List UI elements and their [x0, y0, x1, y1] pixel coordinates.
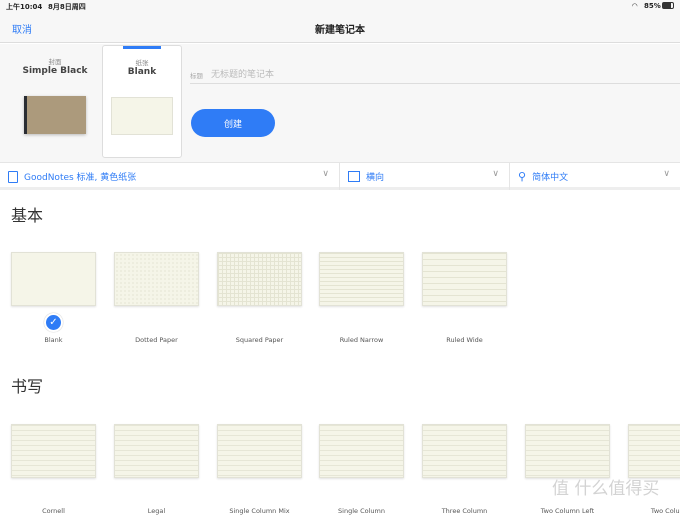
template-label: Ruled Wide	[446, 336, 483, 344]
template-label: Single Column Mix	[229, 507, 290, 515]
template-label: Cornell	[42, 507, 65, 515]
nav-bar: 取消 新建笔记本	[0, 12, 680, 43]
page-title: 新建笔记本	[315, 25, 365, 36]
create-button[interactable]: 创建	[191, 109, 275, 137]
template-thumbnail[interactable]	[11, 424, 96, 478]
title-label: 标题	[190, 72, 203, 80]
orientation-icon	[348, 171, 360, 182]
template-thumbnail[interactable]	[319, 252, 404, 306]
template-thumbnail[interactable]	[114, 424, 199, 478]
title-input[interactable]: 无标题的笔记本	[211, 67, 274, 80]
template-thumbnail[interactable]	[319, 424, 404, 478]
cover-selector[interactable]: 封面 Simple Black	[0, 44, 100, 158]
template-thumbnail[interactable]	[525, 424, 610, 478]
template-thumbnail[interactable]	[11, 252, 96, 306]
template-set-label: GoodNotes 标准, 黄色纸张	[24, 173, 137, 183]
orientation-dropdown[interactable]: 横向 ∨	[340, 163, 510, 190]
orientation-label: 横向	[366, 173, 385, 183]
title-field[interactable]: 标题 无标题的笔记本	[190, 64, 680, 84]
template-label: Two Column Left	[540, 507, 595, 515]
cover-name: Simple Black	[22, 66, 88, 76]
notebook-icon	[8, 170, 18, 183]
template-thumbnail[interactable]	[217, 424, 302, 478]
cover-thumbnail	[24, 96, 86, 134]
filter-bar: GoodNotes 标准, 黄色纸张 ∨ 横向 ∨ ⚲ 简体中文 ∨	[0, 162, 680, 190]
battery-icon	[662, 2, 674, 9]
status-date: 8月8日周四	[48, 3, 86, 11]
template-label: Blank	[44, 336, 63, 344]
template-set-dropdown[interactable]: GoodNotes 标准, 黄色纸张 ∨	[0, 163, 340, 190]
selected-indicator	[123, 46, 161, 49]
watermark: 值 什么值得买	[552, 479, 660, 499]
search-icon: ⚲	[518, 170, 527, 183]
language-dropdown[interactable]: ⚲ 简体中文 ∨	[510, 163, 680, 190]
paper-caption: 纸张	[135, 59, 149, 67]
template-label: Two Column	[650, 507, 680, 515]
template-label: Dotted Paper	[135, 336, 178, 344]
template-label: Legal	[147, 507, 166, 515]
chevron-down-icon: ∨	[663, 169, 670, 179]
cover-caption: 封面	[48, 58, 62, 66]
template-thumbnail[interactable]	[628, 424, 680, 478]
checkmark-icon: ✓	[44, 313, 63, 332]
template-label: Squared Paper	[235, 336, 284, 344]
template-label: Ruled Narrow	[339, 336, 384, 344]
paper-selector[interactable]: 纸张 Blank	[102, 45, 182, 158]
paper-thumbnail	[111, 97, 173, 135]
section-title: 书写	[11, 377, 44, 396]
status-bar: 上午10:04 8月8日周四 ◠ 85%	[0, 0, 680, 12]
template-thumbnail[interactable]	[114, 252, 199, 306]
template-thumbnail[interactable]	[422, 252, 507, 306]
chevron-down-icon: ∨	[492, 169, 499, 179]
template-thumbnail[interactable]	[422, 424, 507, 478]
notebook-setup: 封面 Simple Black 纸张 Blank 标题 无标题的笔记本 创建	[0, 44, 680, 162]
template-label: Three Column	[441, 507, 488, 515]
language-label: 简体中文	[532, 173, 569, 183]
status-time: 上午10:04	[6, 3, 43, 11]
template-label: Single Column	[338, 507, 385, 515]
section-title: 基本	[11, 206, 44, 225]
chevron-down-icon: ∨	[322, 169, 329, 179]
battery-level: 85%	[644, 2, 661, 10]
wifi-icon: ◠	[632, 2, 638, 10]
template-thumbnail[interactable]	[217, 252, 302, 306]
paper-name: Blank	[127, 67, 157, 77]
